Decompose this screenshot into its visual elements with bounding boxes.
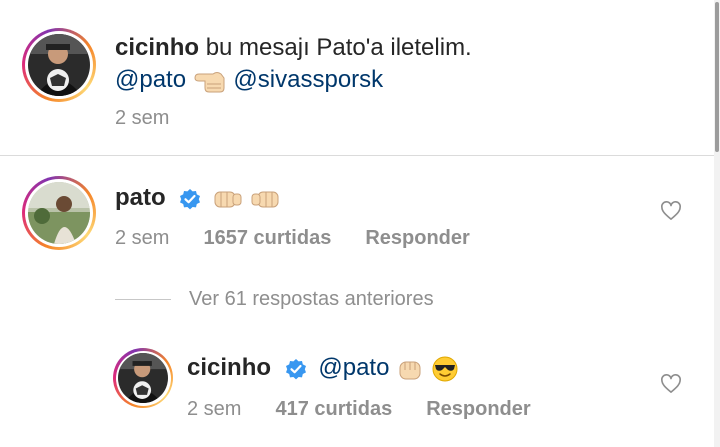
comment-username[interactable]: pato <box>115 184 166 211</box>
caption-username[interactable]: cicinho <box>115 34 199 61</box>
comment-text: pato <box>115 182 280 214</box>
comment-meta: 2 sem 1657 curtidas Responder <box>115 227 470 250</box>
caption-avatar[interactable] <box>22 28 96 102</box>
reply-reply-button[interactable]: Responder <box>426 398 530 421</box>
comment-reply-button[interactable]: Responder <box>365 227 469 250</box>
point-left-hand-emoji <box>194 71 225 93</box>
avatar-photo-pato <box>28 182 90 244</box>
caption-text: cicinho bu mesajı Pato'a iletelim. <box>115 32 472 64</box>
avatar-photo-cicinho <box>28 34 90 96</box>
reply-mention-pato[interactable]: @pato <box>318 354 389 381</box>
reply-likes[interactable]: 417 curtidas <box>275 398 392 421</box>
caption-message: bu mesajı Pato'a iletelim. <box>205 34 472 61</box>
reply-time: 2 sem <box>187 398 242 420</box>
caption-time: 2 sem <box>115 107 170 129</box>
reply-meta: 2 sem 417 curtidas Responder <box>187 398 531 421</box>
fist-emoji <box>399 361 421 380</box>
caption-mentions: @pato @sivassporsk <box>115 64 383 96</box>
reply-avatar[interactable] <box>113 348 173 408</box>
comment-time: 2 sem <box>115 227 170 249</box>
caption-row: cicinho bu mesajı Pato'a iletelim. @pato… <box>0 0 714 155</box>
reply-like-heart-icon[interactable] <box>660 374 682 394</box>
comment-likes[interactable]: 1657 curtidas <box>203 227 331 250</box>
divider <box>0 155 714 156</box>
view-replies-label[interactable]: Ver 61 respostas anteriores <box>189 288 434 311</box>
scrollbar-thumb[interactable] <box>715 2 719 152</box>
comment-like-heart-icon[interactable] <box>660 201 682 221</box>
view-replies-line <box>115 299 171 300</box>
reply-text: cicinho @pato <box>187 352 459 384</box>
reply-username[interactable]: cicinho <box>187 354 271 381</box>
comment-avatar[interactable] <box>22 176 96 250</box>
view-previous-replies[interactable]: Ver 61 respostas anteriores <box>115 288 434 311</box>
caption-meta: 2 sem <box>115 107 169 130</box>
mention-pato[interactable]: @pato <box>115 66 186 93</box>
avatar-photo-cicinho-small <box>118 353 168 403</box>
fist-bump-left-emoji <box>251 191 279 208</box>
sunglasses-emoji <box>432 356 458 382</box>
fist-bump-right-emoji <box>214 191 242 208</box>
scrollbar[interactable] <box>714 0 720 447</box>
verified-badge-icon <box>180 188 201 210</box>
mention-sivassporsk[interactable]: @sivassporsk <box>233 66 383 93</box>
verified-badge-icon <box>285 358 306 380</box>
